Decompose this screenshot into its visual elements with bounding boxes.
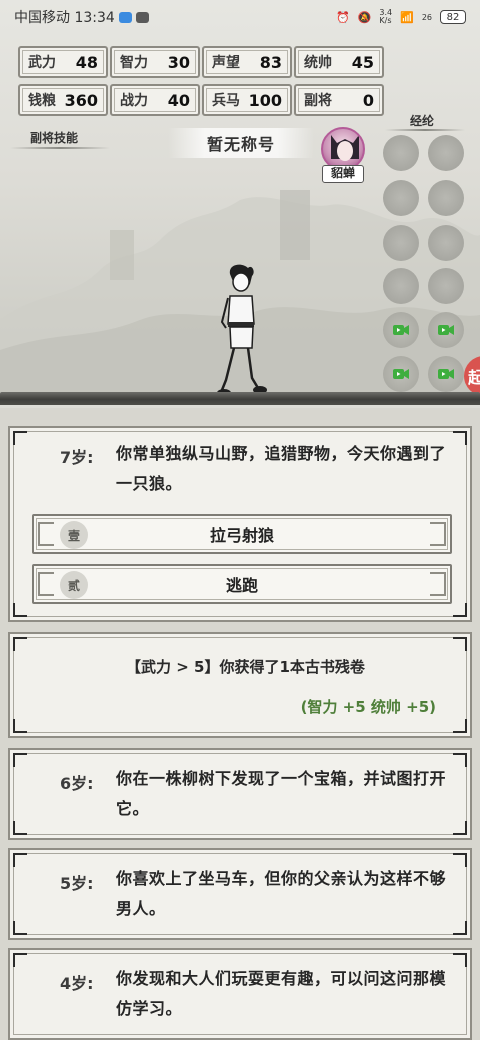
player-character xyxy=(217,264,267,397)
event-log: 7岁: 你常单独纵马山野，追猎野物，今天你遇到了一只狼。 壹 拉弓射狼 贰 逃跑… xyxy=(0,408,480,1040)
event-age: 6岁: xyxy=(60,774,94,793)
option-label: 逃跑 xyxy=(225,576,258,595)
companion-name: 貂蝉 xyxy=(322,165,364,183)
event-age: 4岁: xyxy=(60,974,94,993)
jinglun-slot-empty[interactable] xyxy=(428,225,464,261)
jinglun-slot-empty[interactable] xyxy=(428,135,464,171)
stat-provisions: 钱粮 360 xyxy=(18,84,108,116)
choice-option-1[interactable]: 壹 拉弓射狼 xyxy=(32,514,452,554)
history-event-card: 6岁: 你在一株柳树下发现了一个宝箱，并试图打开它。 xyxy=(8,748,472,840)
option-number-badge: 贰 xyxy=(60,571,88,599)
jinglun-slot-empty[interactable] xyxy=(383,180,419,216)
jinglun-slot-empty[interactable] xyxy=(428,180,464,216)
stat-combat-power: 战力 40 xyxy=(110,84,200,116)
network-speed: 3.4 K/s xyxy=(379,8,393,25)
deputy-skill-label: 副将技能 xyxy=(30,131,79,145)
history-event-card: 4岁: 你发现和大人们玩耍更有趣，可以问这问那模仿学习。 xyxy=(8,948,472,1040)
event-text: 你发现和大人们玩耍更有趣，可以问这问那模仿学习。 xyxy=(116,969,447,1018)
deputy-skill-underline xyxy=(10,147,110,149)
jinglun-label: 经纶 xyxy=(410,114,435,128)
result-card: 【武力 > 5】你获得了1本古书残卷 (智力 +5 统帅 +5) xyxy=(8,632,472,738)
option-ornament xyxy=(430,572,446,596)
chat-icon xyxy=(135,11,149,23)
alarm-icon: ⏰ xyxy=(335,10,350,24)
video-ad-slot[interactable] xyxy=(383,312,419,348)
stat-bonus: (智力 +5 统帅 +5) xyxy=(300,698,436,716)
video-ad-slot[interactable] xyxy=(428,356,464,392)
result-text: 【武力 > 5】你获得了1本古书残卷 xyxy=(126,658,365,676)
jinglun-slot-empty[interactable] xyxy=(383,135,419,171)
video-ad-slot[interactable] xyxy=(428,312,464,348)
cloud-icon xyxy=(118,11,132,23)
event-text: 你喜欢上了坐马车，但你的父亲认为这样不够男人。 xyxy=(116,869,447,918)
event-text: 你常单独纵马山野，追猎野物，今天你遇到了一只狼。 xyxy=(116,444,447,493)
stat-intellect: 智力 30 xyxy=(110,46,200,78)
title-banner: 暂无称号 xyxy=(168,128,314,158)
jinglun-slot-empty[interactable] xyxy=(383,225,419,261)
event-text: 你在一株柳树下发现了一个宝箱，并试图打开它。 xyxy=(116,769,447,818)
current-event-card: 7岁: 你常单独纵马山野，追猎野物，今天你遇到了一只狼。 壹 拉弓射狼 贰 逃跑 xyxy=(8,426,472,622)
video-camera-icon xyxy=(393,369,409,379)
option-label: 拉弓射狼 xyxy=(209,526,274,545)
choice-option-2[interactable]: 贰 逃跑 xyxy=(32,564,452,604)
jinglun-underline xyxy=(385,129,465,131)
companion-avatar[interactable]: 貂蝉 xyxy=(318,127,368,185)
signal-strength: 26 xyxy=(421,12,432,22)
option-ornament xyxy=(430,522,446,546)
option-ornament xyxy=(38,572,54,596)
option-number-badge: 壹 xyxy=(60,521,88,549)
video-ad-slot[interactable] xyxy=(383,356,419,392)
stat-deputy: 副将 0 xyxy=(294,84,384,116)
video-camera-icon xyxy=(393,325,409,335)
battery-indicator: 82 xyxy=(440,10,466,24)
carrier-time: 中国移动 13:34 xyxy=(14,10,115,26)
game-scene: 中国移动 13:34 ⏰ 🔕 3.4 K/s 📶 26 82 武力 48 智力 … xyxy=(0,0,480,405)
event-age: 5岁: xyxy=(60,874,94,893)
wifi-icon: 📶 xyxy=(400,10,414,24)
stat-command: 统帅 45 xyxy=(294,46,384,78)
jinglun-slot-empty[interactable] xyxy=(383,268,419,304)
history-event-card: 5岁: 你喜欢上了坐马车，但你的父亲认为这样不够男人。 xyxy=(8,848,472,940)
ground-strip xyxy=(0,392,480,405)
stat-reputation: 声望 83 xyxy=(202,46,292,78)
video-camera-icon xyxy=(438,369,454,379)
jinglun-slot-empty[interactable] xyxy=(428,268,464,304)
mute-icon: 🔕 xyxy=(357,10,372,24)
stat-troops: 兵马 100 xyxy=(202,84,292,116)
stat-strength: 武力 48 xyxy=(18,46,108,78)
event-age: 7岁: xyxy=(60,448,94,467)
status-bar: 中国移动 13:34 ⏰ 🔕 3.4 K/s 📶 26 82 xyxy=(0,0,480,34)
video-camera-icon xyxy=(438,325,454,335)
option-ornament xyxy=(38,522,54,546)
